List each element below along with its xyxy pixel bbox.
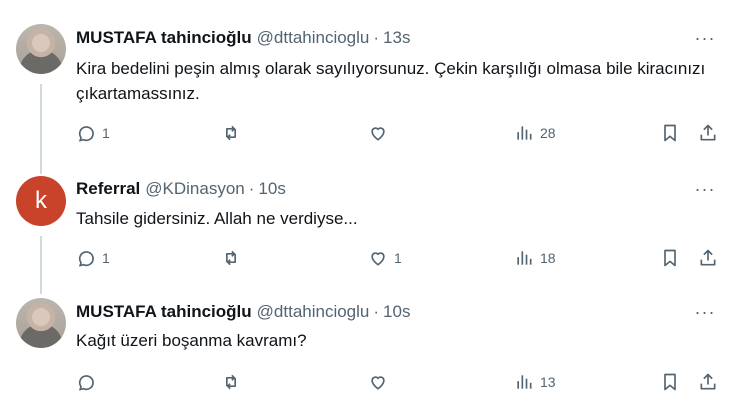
like-button[interactable]: 1	[368, 245, 402, 271]
views-icon	[517, 251, 532, 265]
tweet[interactable]: MUSTAFA tahincioğlu @dttahincioglu · 10s…	[0, 292, 730, 420]
retweet-icon	[226, 250, 236, 266]
avatar-letter: k	[35, 187, 47, 214]
reply-button[interactable]: 1	[76, 120, 110, 146]
timestamp[interactable]: 10s	[258, 179, 285, 199]
retweet-icon	[226, 125, 236, 141]
tweet-header: Referral @KDinasyon · 10s	[76, 178, 286, 200]
reply-button[interactable]: 1	[76, 245, 110, 271]
reply-count: 1	[102, 250, 110, 266]
views-icon	[517, 126, 532, 140]
share-button[interactable]	[698, 120, 718, 146]
more-glyph: ···	[694, 27, 716, 48]
like-button[interactable]	[368, 120, 394, 146]
avatar[interactable]	[16, 298, 66, 348]
avatar[interactable]	[16, 24, 66, 74]
view-count: 28	[540, 125, 556, 141]
share-icon	[700, 124, 716, 141]
view-count: 13	[540, 374, 556, 390]
more-glyph: ···	[694, 301, 716, 322]
user-handle[interactable]: @dttahincioglu	[257, 302, 370, 322]
tweet-actions: 1 1 18	[76, 245, 724, 271]
more-glyph: ···	[694, 178, 716, 199]
timestamp[interactable]: 10s	[383, 302, 410, 322]
retweet-button[interactable]	[221, 245, 247, 271]
display-name[interactable]: MUSTAFA tahincioğlu	[76, 28, 252, 48]
tweet-text: Kira bedelini peşin almış olarak sayılıy…	[76, 59, 706, 103]
retweet-icon	[226, 374, 236, 390]
bookmark-button[interactable]	[660, 245, 680, 271]
more-icon[interactable]: ···	[694, 301, 716, 323]
bookmark-button[interactable]	[660, 369, 680, 395]
tweet-header: MUSTAFA tahincioğlu @dttahincioglu · 13s	[76, 27, 410, 49]
bookmark-icon	[664, 124, 676, 142]
bookmark-icon	[664, 373, 676, 391]
separator-dot: ·	[373, 28, 380, 47]
view-count: 18	[540, 250, 556, 266]
like-icon	[371, 252, 385, 266]
display-name[interactable]: Referral	[76, 179, 140, 199]
retweet-button[interactable]	[221, 369, 247, 395]
avatar[interactable]: k	[16, 176, 66, 226]
bookmark-button[interactable]	[660, 120, 680, 146]
more-icon[interactable]: ···	[694, 27, 716, 49]
share-button[interactable]	[698, 245, 718, 271]
views-icon	[517, 375, 532, 389]
user-handle[interactable]: @dttahincioglu	[257, 28, 370, 48]
bookmark-icon	[664, 249, 676, 267]
reply-button[interactable]	[76, 369, 102, 395]
tweet-actions: 13	[76, 369, 724, 395]
tweet-text: Tahsile gidersiniz. Allah ne verdiyse...	[76, 209, 358, 228]
tweet-text: Kağıt üzeri boşanma kavramı?	[76, 331, 307, 350]
user-handle[interactable]: @KDinasyon	[145, 179, 244, 199]
reply-icon	[78, 126, 94, 142]
tweet[interactable]: k Referral @KDinasyon · 10s ··· Tahsile …	[0, 168, 730, 292]
like-count: 1	[394, 250, 402, 266]
share-button[interactable]	[698, 369, 718, 395]
views-button[interactable]: 28	[514, 120, 556, 146]
reply-icon	[78, 251, 94, 267]
like-icon	[371, 376, 385, 390]
reply-count: 1	[102, 125, 110, 141]
timestamp[interactable]: 13s	[383, 28, 410, 48]
views-button[interactable]: 13	[514, 369, 556, 395]
separator-dot: ·	[373, 302, 380, 321]
reply-icon	[78, 375, 94, 391]
display-name[interactable]: MUSTAFA tahincioğlu	[76, 302, 252, 322]
tweet[interactable]: MUSTAFA tahincioğlu @dttahincioglu · 13s…	[0, 0, 730, 168]
like-icon	[371, 127, 385, 141]
tweet-header: MUSTAFA tahincioğlu @dttahincioglu · 10s	[76, 301, 410, 323]
like-button[interactable]	[368, 369, 394, 395]
views-button[interactable]: 18	[514, 245, 556, 271]
share-icon	[700, 373, 716, 390]
share-icon	[700, 249, 716, 266]
separator-dot: ·	[248, 179, 255, 198]
tweet-actions: 1 28	[76, 120, 724, 146]
more-icon[interactable]: ···	[694, 178, 716, 200]
retweet-button[interactable]	[221, 120, 247, 146]
